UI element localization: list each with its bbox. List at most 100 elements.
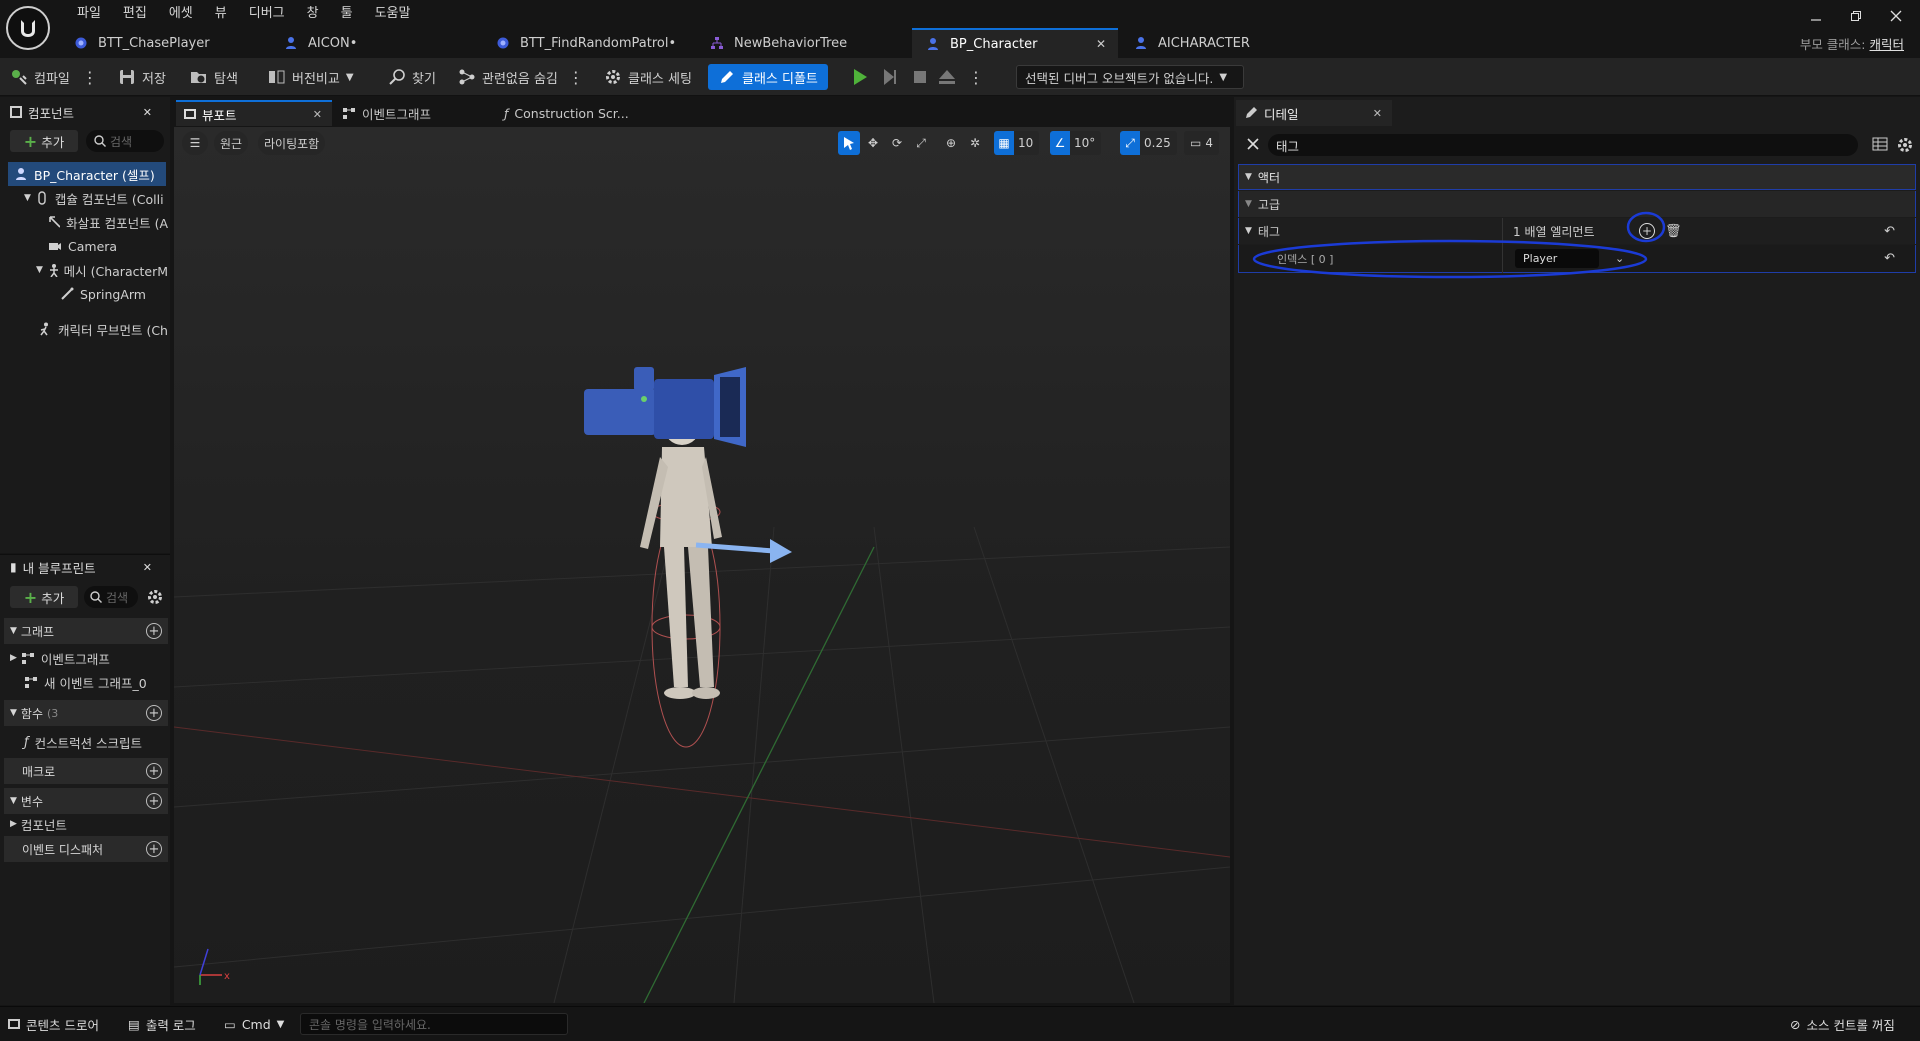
expand-arrow-icon[interactable]: ▶ — [10, 819, 17, 829]
section-macros[interactable]: 매크로 + — [4, 758, 168, 784]
scale-snap-button[interactable]: ⤢ 0.25 — [1120, 131, 1177, 155]
reset-default-icon[interactable]: ↶ — [1884, 224, 1895, 239]
blueprint-search-input[interactable]: 검색 — [84, 586, 138, 608]
doc-tab-btt-chaseplayer[interactable]: BTT_ChasePlayer — [72, 28, 272, 58]
close-tab-icon[interactable]: ✕ — [1096, 37, 1106, 51]
chevron-down-icon[interactable]: ⌄ — [1615, 252, 1624, 265]
menu-window[interactable]: 창 — [296, 2, 330, 24]
output-log-button[interactable]: ▤ 출력 로그 — [128, 1012, 196, 1036]
component-movement[interactable]: 캐릭터 무브먼트 (Ch — [0, 317, 168, 341]
doc-tab-aicharacter[interactable]: AICHARACTER — [1132, 28, 1332, 58]
menu-file[interactable]: 파일 — [66, 2, 112, 24]
trash-icon[interactable]: 🗑 — [1665, 224, 1682, 239]
expand-arrow-icon[interactable]: ▼ — [36, 265, 43, 275]
viewport[interactable]: x ☰ 원근 라이팅포함 ✥ ⟳ ⤢ ⊕ ✲ ▦ 10 ∠ 10° ⤢ 0.25… — [174, 127, 1230, 1003]
property-matrix-button[interactable] — [1872, 136, 1890, 154]
section-functions[interactable]: ▼ 함수 (3 + — [4, 700, 168, 726]
add-macro-icon[interactable]: + — [146, 763, 162, 779]
close-panel-icon[interactable]: ✕ — [143, 561, 152, 574]
eject-button[interactable] — [938, 62, 956, 92]
browse-button[interactable]: 탐색 — [190, 62, 238, 92]
add-dispatcher-icon[interactable]: + — [146, 841, 162, 857]
tab-viewport[interactable]: 뷰포트 ✕ — [176, 100, 332, 126]
restore-button[interactable] — [1846, 6, 1866, 26]
section-variables[interactable]: ▼ 변수 + — [4, 788, 168, 814]
add-array-element-button[interactable]: + — [1639, 223, 1655, 239]
property-tag-index-0[interactable]: 인덱스 [ 0 ] Player ⌄ ↶ — [1238, 245, 1916, 273]
minimize-button[interactable] — [1806, 6, 1826, 26]
blueprint-settings-button[interactable] — [146, 588, 164, 606]
add-member-button[interactable]: + 추가 — [10, 586, 78, 608]
hide-unrelated-button[interactable]: 관련없음 숨김 ⋮ — [458, 62, 584, 92]
component-camera[interactable]: Camera — [0, 234, 168, 258]
doc-tab-bp-character[interactable]: BP_Character ✕ — [912, 28, 1118, 58]
add-graph-icon[interactable]: + — [146, 623, 162, 639]
play-button[interactable] — [852, 62, 868, 92]
add-component-button[interactable]: + 추가 — [10, 130, 78, 152]
diff-button[interactable]: 버전비교 ▼ — [268, 62, 354, 92]
console-input[interactable]: 콘솔 명령을 입력하세요. — [300, 1013, 568, 1035]
menu-edit[interactable]: 편집 — [112, 2, 158, 24]
debug-object-select[interactable]: 선택된 디버그 오브젝트가 없습니다. ▼ — [1016, 65, 1244, 89]
close-panel-icon[interactable]: ✕ — [143, 106, 152, 119]
play-options-button[interactable]: ⋮ — [968, 62, 984, 92]
more-vertical-icon[interactable]: ⋮ — [82, 68, 98, 87]
details-settings-button[interactable] — [1896, 136, 1914, 154]
doc-tab-aicon[interactable]: AICON• — [282, 28, 482, 58]
camera-speed-button[interactable]: ▭ 4 — [1184, 131, 1219, 155]
details-tab[interactable]: 디테일 ✕ — [1236, 100, 1392, 126]
more-vertical-icon[interactable]: ⋮ — [568, 68, 584, 87]
parent-class-link[interactable]: 캐릭터 — [1869, 37, 1904, 52]
components-search-input[interactable]: 검색 — [86, 130, 164, 152]
property-tags[interactable]: ▼ 태그 1 배열 엘리먼트 + 🗑 ↶ — [1238, 218, 1916, 244]
category-advanced[interactable]: ▼ 고급 — [1238, 191, 1916, 217]
close-tab-icon[interactable]: ✕ — [1373, 107, 1382, 120]
expand-arrow-icon[interactable]: ▼ — [1245, 226, 1252, 236]
component-mesh[interactable]: ▼ 메시 (CharacterM — [0, 258, 168, 282]
find-button[interactable]: 찾기 — [388, 62, 436, 92]
compile-button[interactable]: 컴파일 ⋮ — [10, 62, 98, 92]
add-function-icon[interactable]: + — [146, 705, 162, 721]
stop-button[interactable] — [912, 62, 928, 92]
rotate-mode-button[interactable]: ⟳ — [886, 131, 908, 155]
graph-new-eventgraph[interactable]: 새 이벤트 그래프_0 — [0, 670, 168, 694]
step-button[interactable] — [882, 62, 898, 92]
reset-default-icon[interactable]: ↶ — [1884, 251, 1895, 266]
details-search-input[interactable]: 태그 — [1268, 134, 1858, 156]
component-arrow[interactable]: 화살표 컴포넌트 (A — [0, 210, 168, 234]
tab-construction-script[interactable]: ƒ Construction Scr... — [504, 100, 629, 126]
save-button[interactable]: 저장 — [118, 62, 166, 92]
viewport-menu-button[interactable]: ☰ — [182, 131, 208, 155]
world-local-button[interactable]: ⊕ — [940, 131, 962, 155]
content-drawer-button[interactable]: 콘텐츠 드로어 — [8, 1012, 99, 1036]
class-settings-button[interactable]: 클래스 세팅 — [604, 62, 692, 92]
grid-snap-button[interactable]: ▦ 10 — [994, 131, 1040, 155]
expand-arrow-icon[interactable]: ▶ — [10, 653, 17, 663]
surface-snap-button[interactable]: ✲ — [964, 131, 986, 155]
select-mode-button[interactable] — [838, 131, 860, 155]
doc-tab-newbehaviortree[interactable]: NewBehaviorTree — [708, 28, 908, 58]
lighting-button[interactable]: 라이팅포함 — [258, 131, 326, 155]
cmd-select[interactable]: ▭ Cmd ▼ — [224, 1012, 284, 1036]
component-capsule[interactable]: ▼ 캡슐 컴포넌트 (Colli — [0, 186, 168, 210]
perspective-button[interactable]: 원근 — [214, 131, 249, 155]
doc-tab-btt-findrandompatrol[interactable]: BTT_FindRandomPatrol• — [494, 28, 694, 58]
section-dispatchers[interactable]: 이벤트 디스패처 + — [4, 836, 168, 862]
category-actor[interactable]: ▼ 액터 — [1238, 164, 1916, 190]
section-graphs[interactable]: ▼ 그래프 + — [4, 618, 168, 644]
variable-category-components[interactable]: ▶ 컴포넌트 — [0, 812, 168, 836]
component-bp-character[interactable]: BP_Character (셀프) — [8, 162, 166, 186]
close-window-button[interactable] — [1886, 6, 1906, 26]
details-search-clear[interactable] — [1244, 135, 1262, 153]
class-defaults-button[interactable]: 클래스 디폴트 — [708, 64, 828, 90]
menu-view[interactable]: 뷰 — [204, 2, 238, 24]
translate-mode-button[interactable]: ✥ — [862, 131, 884, 155]
graph-eventgraph[interactable]: ▶ 이벤트그래프 — [0, 646, 168, 670]
menu-debug[interactable]: 디버그 — [238, 2, 296, 24]
function-construction-script[interactable]: ƒ 컨스트럭션 스크립트 — [0, 730, 168, 754]
rotation-snap-button[interactable]: ∠ 10° — [1050, 131, 1102, 155]
expand-arrow-icon[interactable]: ▼ — [24, 193, 31, 203]
add-variable-icon[interactable]: + — [146, 793, 162, 809]
source-control-button[interactable]: ⊘ 소스 컨트롤 꺼짐 — [1790, 1012, 1895, 1036]
scale-mode-button[interactable]: ⤢ — [910, 131, 932, 155]
